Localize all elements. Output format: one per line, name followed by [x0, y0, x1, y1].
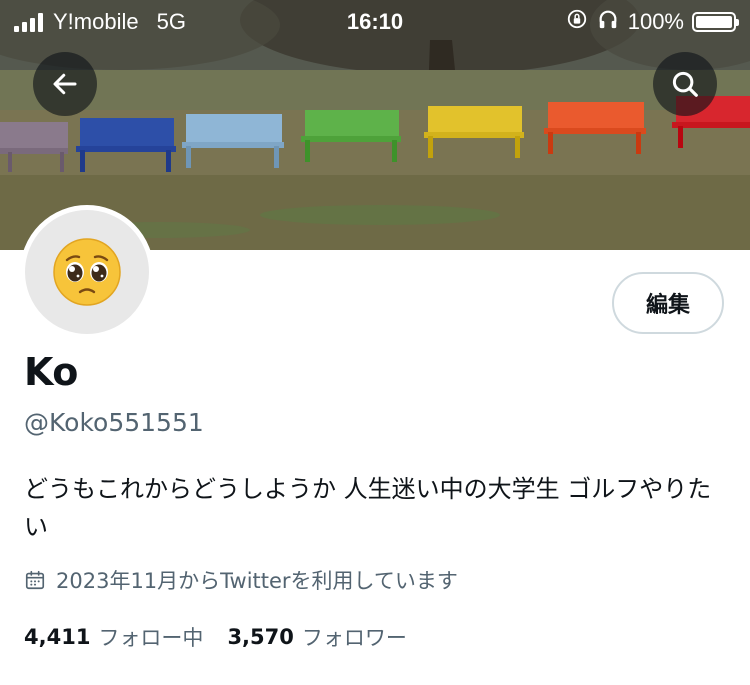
battery-percent: 100% [627, 9, 684, 34]
arrow-left-icon [53, 73, 77, 95]
followers-count: 3,570 [227, 625, 294, 649]
joined-date-text: 2023年11月からTwitterを利用しています [56, 569, 458, 593]
search-icon [672, 71, 698, 97]
status-bar: Y!mobile 5G 16:10 100% [0, 0, 750, 44]
pleading-face-emoji-icon [53, 238, 121, 306]
following-label: フォロー中 [98, 626, 204, 650]
joined-date-row: 2023年11月からTwitterを利用しています [24, 565, 458, 595]
orientation-lock-icon [566, 8, 588, 36]
profile-bio: どうもこれからどうしようか 人生迷い中の大学生 ゴルフやりたい [24, 475, 712, 541]
display-name: Ko [24, 350, 78, 394]
edit-profile-button[interactable]: 編集 [612, 272, 724, 334]
follow-stats: 4,411 フォロー中 3,570 フォロワー [24, 622, 407, 652]
following-count: 4,411 [24, 625, 91, 649]
battery-icon [692, 12, 739, 32]
headphones-icon [596, 8, 620, 36]
search-button[interactable] [653, 52, 717, 116]
following-link[interactable]: 4,411 フォロー中 [24, 622, 203, 652]
back-button[interactable] [33, 52, 97, 116]
followers-link[interactable]: 3,570 フォロワー [227, 622, 406, 652]
calendar-icon [25, 570, 45, 590]
followers-label: フォロワー [301, 626, 407, 650]
user-handle: @Koko551551 [24, 408, 204, 437]
avatar[interactable] [20, 205, 154, 339]
